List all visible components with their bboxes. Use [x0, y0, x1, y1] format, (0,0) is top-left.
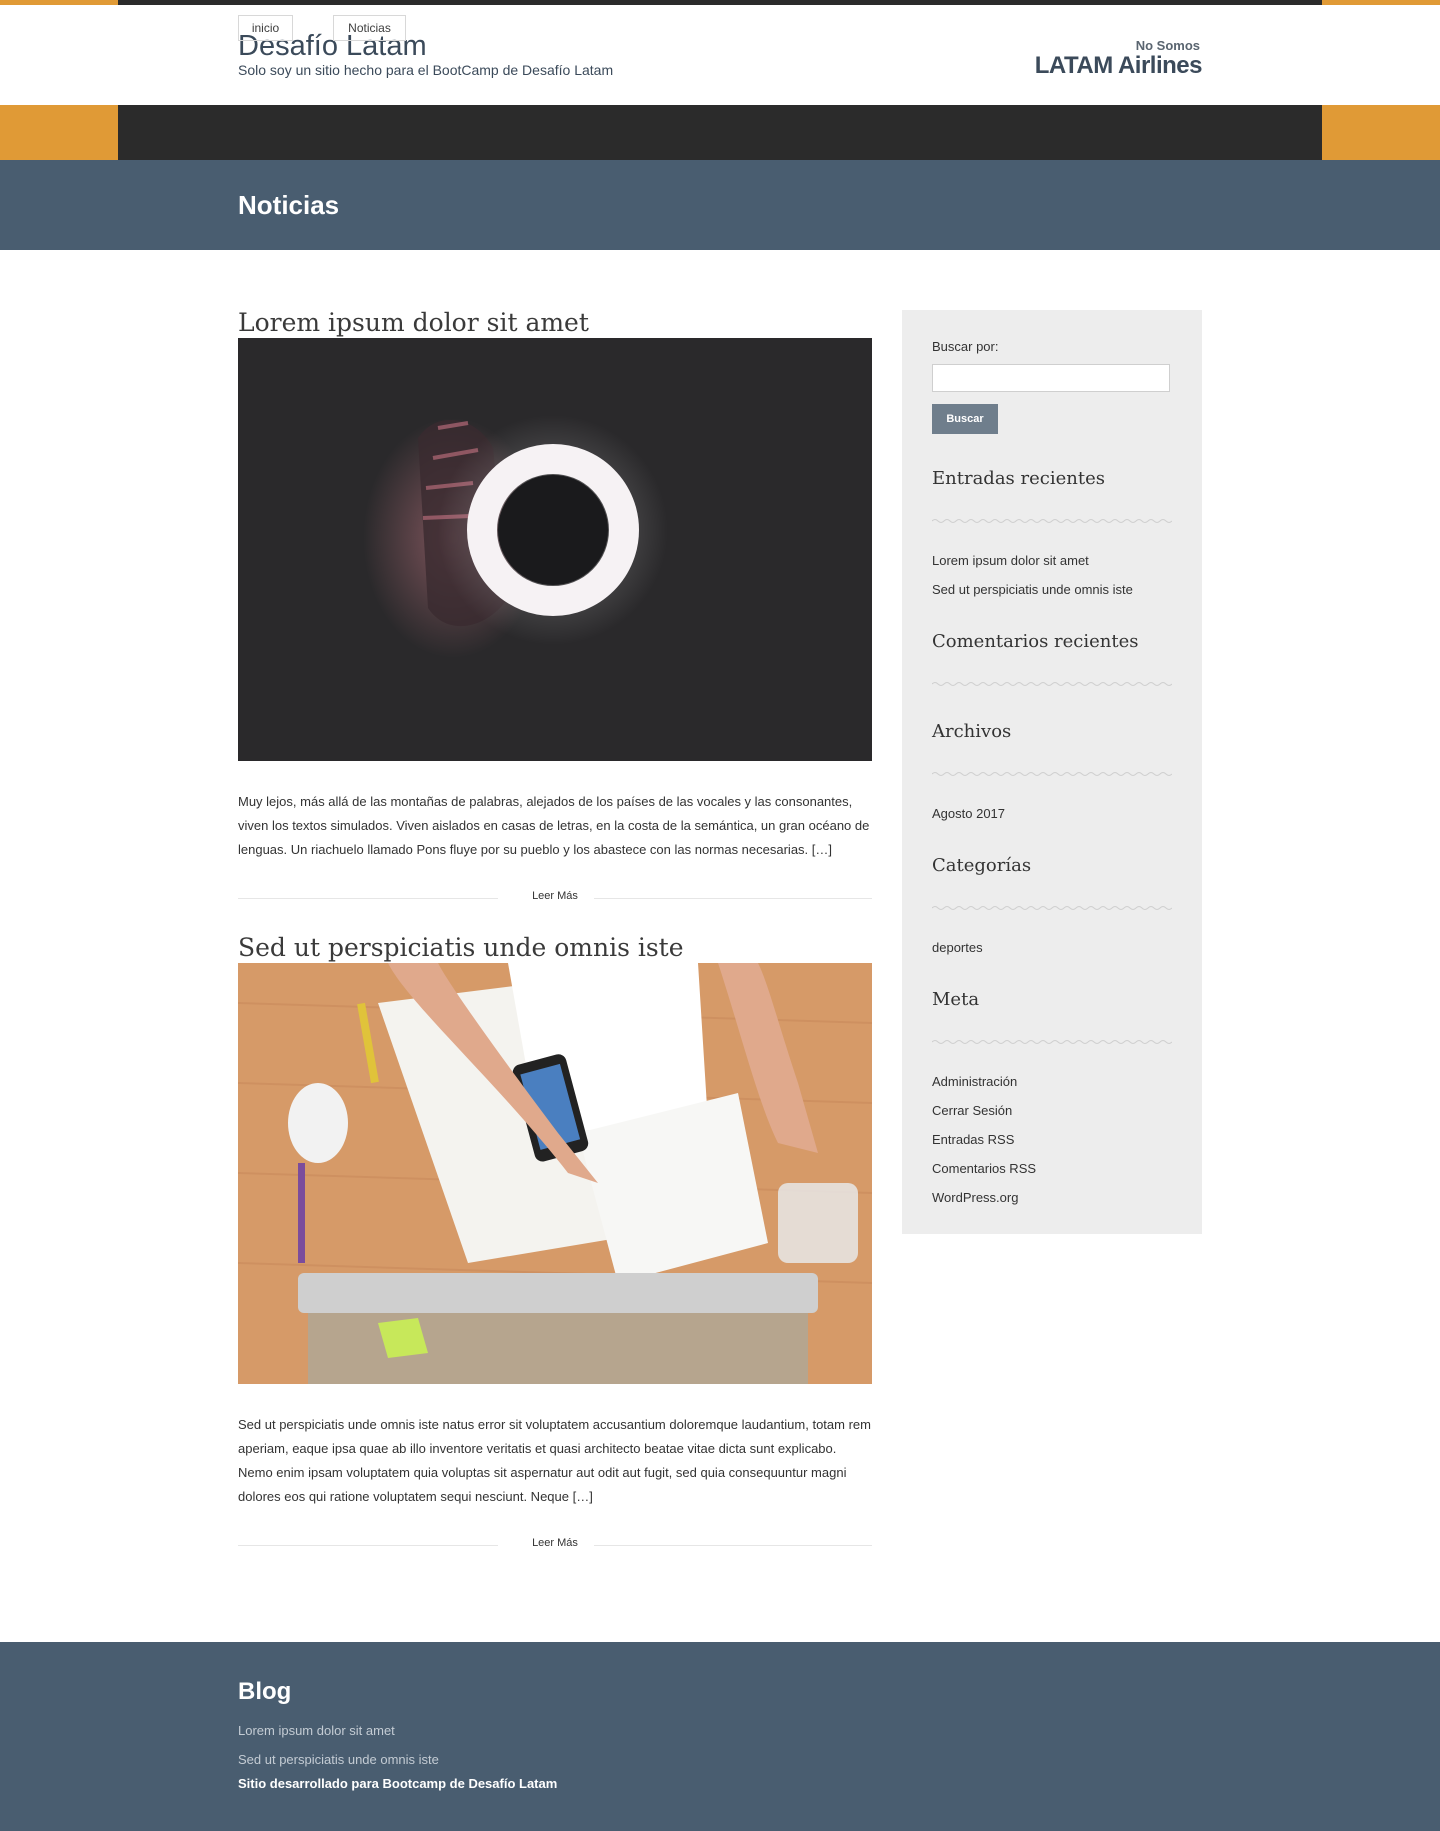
meta-link-wordpress[interactable]: WordPress.org [932, 1190, 1018, 1205]
page-title: Noticias [238, 190, 340, 220]
meta-link-comments-rss[interactable]: Comentarios RSS [932, 1161, 1036, 1176]
archive-link[interactable]: Agosto 2017 [932, 806, 1005, 821]
footer-credit: Sitio desarrollado para Bootcamp de Desa… [238, 1776, 558, 1791]
nav-item-inicio[interactable]: inicio [238, 15, 293, 41]
desk-workspace-photo [238, 963, 872, 1384]
recent-post-link[interactable]: Lorem ipsum dolor sit amet [932, 553, 1089, 568]
header-right-small-text: No Somos [1135, 38, 1200, 53]
post-image[interactable] [238, 338, 872, 761]
footer [0, 1642, 1440, 1831]
post-excerpt: Sed ut perspiciatis unde omnis iste natu… [238, 1417, 871, 1504]
wavy-divider [932, 682, 1172, 686]
widget-heading-meta: Meta [932, 989, 980, 1010]
read-more-row: Leer Más [238, 1536, 872, 1556]
meta-link-logout[interactable]: Cerrar Sesión [932, 1103, 1012, 1118]
post-image[interactable] [238, 963, 872, 1384]
nav-item-noticias[interactable]: Noticias [333, 15, 406, 41]
top-accent-bar [0, 0, 1440, 5]
header-right-big-text: LATAM Airlines [1034, 52, 1203, 79]
ring-light-photo [238, 338, 872, 761]
search-label: Buscar por: [932, 339, 999, 354]
recent-post-link[interactable]: Sed ut perspiciatis unde omnis iste [932, 582, 1133, 597]
nav-bar [118, 105, 1322, 160]
site-tagline: Solo soy un sitio hecho para el BootCamp… [238, 62, 614, 78]
widget-heading-archives: Archivos [932, 721, 1012, 742]
wavy-divider [932, 519, 1172, 523]
search-input[interactable] [932, 364, 1170, 392]
search-button[interactable]: Buscar [932, 404, 998, 434]
widget-heading-recent-posts: Entradas recientes [932, 468, 1105, 489]
nav-band [0, 105, 1440, 160]
read-more-link[interactable]: Leer Más [532, 890, 578, 902]
footer-post-link[interactable]: Sed ut perspiciatis unde omnis iste [238, 1752, 439, 1767]
footer-post-link[interactable]: Lorem ipsum dolor sit amet [238, 1723, 395, 1738]
meta-link-admin[interactable]: Administración [932, 1074, 1017, 1089]
page-hero [0, 160, 1440, 250]
top-accent-right [1322, 0, 1440, 5]
read-more-link[interactable]: Leer Más [532, 1537, 578, 1549]
top-accent-left [0, 0, 118, 5]
post-excerpt: Muy lejos, más allá de las montañas de p… [238, 794, 870, 857]
footer-title: Blog [238, 1678, 292, 1705]
post-title[interactable]: Lorem ipsum dolor sit amet [238, 308, 589, 337]
widget-heading-categories: Categorías [932, 855, 1032, 876]
category-link[interactable]: deportes [932, 940, 983, 955]
wavy-divider [932, 1040, 1172, 1044]
wavy-divider [932, 772, 1172, 776]
widget-heading-recent-comments: Comentarios recientes [932, 631, 1139, 652]
read-more-row: Leer Más [238, 889, 872, 909]
wavy-divider [932, 906, 1172, 910]
post-title[interactable]: Sed ut perspiciatis unde omnis iste [238, 933, 684, 962]
meta-link-entries-rss[interactable]: Entradas RSS [932, 1132, 1014, 1147]
